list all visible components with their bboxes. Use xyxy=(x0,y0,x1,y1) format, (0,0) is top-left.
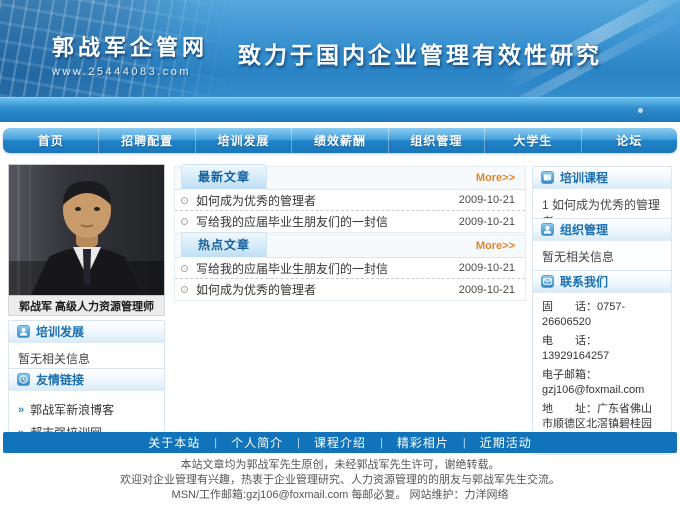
section-organization-management: 组织管理 暂无相关信息 xyxy=(532,218,672,273)
section-title: 培训发展 xyxy=(36,323,84,340)
article-date: 2009-10-21 xyxy=(459,284,515,296)
footer-line-welcome: 欢迎对企业管理有兴趣，热衷于企业管理研究、人力资源管理的的朋友与郭战军先生交流。 xyxy=(0,473,680,488)
section-title: 组织管理 xyxy=(560,221,608,238)
footer-line-copyright: 本站文章均为郭战军先生原创，未经郭战军先生许可，谢绝转载。 xyxy=(0,458,680,473)
contact-value: 13929164257 xyxy=(542,350,609,362)
person-icon xyxy=(17,325,30,338)
bottom-nav-activities[interactable]: 近期活动 xyxy=(480,434,532,451)
profile-photo xyxy=(8,164,165,296)
article-title[interactable]: 如何成为优秀的管理者 xyxy=(196,281,451,298)
article-date: 2009-10-21 xyxy=(459,262,515,274)
nav-item-forum[interactable]: 论坛 xyxy=(581,128,677,153)
section-header: 培训发展 xyxy=(9,321,164,343)
article-row: 如何成为优秀的管理者 2009-10-21 xyxy=(175,190,525,211)
nav-item-performance[interactable]: 绩效薪酬 xyxy=(291,128,387,153)
more-link[interactable]: More>> xyxy=(476,240,515,257)
more-link[interactable]: More>> xyxy=(476,172,515,189)
article-row: 如何成为优秀的管理者 2009-10-21 xyxy=(175,279,525,300)
separator: | xyxy=(297,437,300,449)
section-latest-articles: 最新文章 More>> 如何成为优秀的管理者 2009-10-21 写给我的应届… xyxy=(174,166,526,233)
section-contact-us: 联系我们 固 话：0757-26606520 电 话： 13929164257 电… xyxy=(532,270,672,455)
arrow-icon: » xyxy=(18,404,24,416)
contact-email: 电子邮箱： gzj106@foxmail.com xyxy=(542,368,662,398)
nav-item-recruiting[interactable]: 招聘配置 xyxy=(98,128,194,153)
separator: | xyxy=(214,437,217,449)
article-row: 写给我的应届毕业生朋友们的一封信 2009-10-21 xyxy=(175,211,525,232)
site-logo[interactable]: 郭战军企管网 www.25444083.com xyxy=(52,30,208,78)
nav-item-students[interactable]: 大学生 xyxy=(484,128,580,153)
contact-label: 地 址： xyxy=(542,403,597,415)
section-title: 联系我们 xyxy=(560,273,608,290)
section-training-development: 培训发展 暂无相关信息 xyxy=(8,320,165,375)
bullet-icon xyxy=(181,197,188,204)
bottom-nav-profile[interactable]: 个人简介 xyxy=(231,434,283,451)
nav-item-organization[interactable]: 组织管理 xyxy=(388,128,484,153)
site-slogan: 致力于国内企业管理有效性研究 xyxy=(238,36,602,70)
article-title[interactable]: 写给我的应届毕业生朋友们的一封信 xyxy=(196,260,451,277)
section-title: 培训课程 xyxy=(560,169,608,186)
section-hot-articles: 热点文章 More>> 写给我的应届毕业生朋友们的一封信 2009-10-21 … xyxy=(174,234,526,301)
section-header: 组织管理 xyxy=(533,219,671,241)
section-header: 友情链接 xyxy=(9,369,164,391)
nav-item-home[interactable]: 首页 xyxy=(3,128,98,153)
section-header: 热点文章 More>> xyxy=(175,235,525,258)
separator: | xyxy=(463,437,466,449)
site-name: 郭战军企管网 xyxy=(52,30,208,62)
section-header: 培训课程 xyxy=(533,167,671,189)
footer-text: 本站文章均为郭战军先生原创，未经郭战军先生许可，谢绝转载。 欢迎对企业管理有兴趣… xyxy=(0,458,680,503)
empty-message: 暂无相关信息 xyxy=(533,241,671,272)
footer-line-contact: MSN/工作邮箱:gzj106@foxmail.com 每邮必复。 网站维护：力… xyxy=(0,488,680,503)
site-url: www.25444083.com xyxy=(52,66,208,78)
article-title[interactable]: 写给我的应届毕业生朋友们的一封信 xyxy=(196,213,451,230)
contact-value: gzj106@foxmail.com xyxy=(542,384,644,396)
article-date: 2009-10-21 xyxy=(459,216,515,228)
book-icon xyxy=(541,171,554,184)
friendly-link-blog[interactable]: » 郭战军新浪博客 xyxy=(18,398,155,421)
article-row: 写给我的应届毕业生朋友们的一封信 2009-10-21 xyxy=(175,258,525,279)
person-icon xyxy=(541,223,554,236)
bullet-icon xyxy=(181,218,188,225)
section-title-tab: 最新文章 xyxy=(181,164,267,190)
contact-label: 固 话： xyxy=(542,301,597,313)
bottom-nav-courses[interactable]: 课程介绍 xyxy=(314,434,366,451)
main-navigation: 首页 招聘配置 培训发展 绩效薪酬 组织管理 大学生 论坛 xyxy=(3,128,677,153)
article-title[interactable]: 如何成为优秀的管理者 xyxy=(196,192,451,209)
footer-navigation: 关于本站 | 个人简介 | 课程介绍 | 精彩相片 | 近期活动 xyxy=(3,432,677,453)
section-title: 友情链接 xyxy=(36,371,84,388)
separator: | xyxy=(380,437,383,449)
link-label: 郭战军新浪博客 xyxy=(30,401,114,418)
mail-icon xyxy=(541,275,554,288)
clock-icon xyxy=(17,373,30,386)
profile-caption: 郭战军 高级人力资源管理师 xyxy=(8,296,165,316)
banner-band xyxy=(0,97,680,122)
decorative-dot xyxy=(638,108,643,113)
section-header: 联系我们 xyxy=(533,271,671,293)
contact-landline: 固 话：0757-26606520 xyxy=(542,300,662,330)
bottom-nav-photos[interactable]: 精彩相片 xyxy=(397,434,449,451)
section-title-tab: 热点文章 xyxy=(181,232,267,258)
article-date: 2009-10-21 xyxy=(459,194,515,206)
bullet-icon xyxy=(181,286,188,293)
contact-mobile: 电 话： 13929164257 xyxy=(542,334,662,364)
nav-item-training[interactable]: 培训发展 xyxy=(195,128,291,153)
bullet-icon xyxy=(181,265,188,272)
bottom-nav-about[interactable]: 关于本站 xyxy=(148,434,200,451)
banner: 郭战军企管网 www.25444083.com 致力于国内企业管理有效性研究 xyxy=(0,0,680,122)
section-header: 最新文章 More>> xyxy=(175,167,525,190)
contact-label: 电子邮箱： xyxy=(542,369,597,381)
contact-label: 电 话： xyxy=(542,335,597,347)
